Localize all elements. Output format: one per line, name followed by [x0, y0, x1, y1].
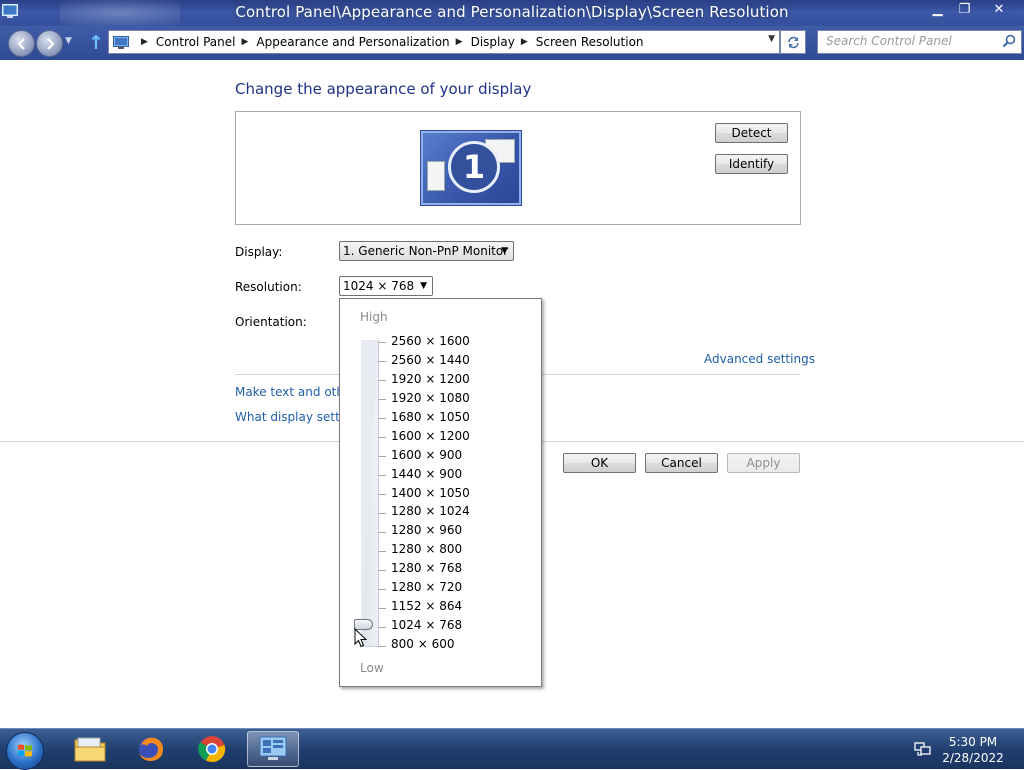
resolution-option[interactable]: 1920 × 1200	[391, 372, 470, 386]
address-bar[interactable]: ▶ Control Panel ▶ Appearance and Personal…	[108, 30, 780, 54]
resolution-option[interactable]: 1280 × 960	[391, 523, 462, 537]
detect-button[interactable]: Detect	[715, 123, 788, 143]
taskbar: 5:30 PM 2/28/2022	[0, 728, 1024, 770]
breadcrumb-screen-resolution[interactable]: Screen Resolution	[536, 35, 644, 49]
resolution-option[interactable]: 2560 × 1440	[391, 353, 470, 367]
taskbar-clock[interactable]: 5:30 PM 2/28/2022	[940, 734, 1006, 766]
firefox-icon	[139, 737, 163, 761]
clock-time: 5:30 PM	[948, 735, 998, 749]
back-arrow-icon	[16, 37, 25, 50]
control-panel-icon	[259, 736, 287, 760]
advanced-settings-link[interactable]: Advanced settings	[704, 352, 815, 366]
up-level-arrow-icon[interactable]: ↑	[88, 32, 104, 54]
breadcrumb-root[interactable]: ▶	[135, 37, 156, 47]
chrome-icon	[198, 736, 226, 763]
title-bar: Control Panel\Appearance and Personaliza…	[0, 0, 1024, 26]
back-button[interactable]	[8, 30, 35, 57]
breadcrumb-separator-icon: ▶	[520, 37, 528, 47]
breadcrumb-separator-icon: ▶	[455, 37, 463, 47]
resolution-option[interactable]: 1920 × 1080	[391, 391, 470, 405]
resolution-option[interactable]: 1152 × 864	[391, 599, 462, 613]
minimize-button[interactable]: ▁	[924, 0, 951, 19]
recent-pages-chevron-icon[interactable]: ▼	[65, 36, 72, 46]
taskbar-firefox[interactable]	[125, 731, 177, 767]
resolution-option[interactable]: 800 × 600	[391, 637, 455, 651]
resolution-label: Resolution:	[235, 280, 302, 294]
resolution-option[interactable]: 1280 × 720	[391, 580, 462, 594]
resolution-option[interactable]: 1600 × 1200	[391, 429, 470, 443]
forward-button[interactable]	[36, 30, 63, 57]
start-button[interactable]	[6, 732, 44, 770]
resolution-option[interactable]: 1680 × 1050	[391, 410, 470, 424]
resolution-option[interactable]: 1280 × 768	[391, 561, 462, 575]
address-history-chevron-icon[interactable]: ▼	[768, 34, 775, 44]
taskbar-explorer[interactable]	[64, 731, 116, 767]
breadcrumb-separator-icon: ▶	[241, 37, 249, 47]
mouse-cursor-icon	[354, 628, 367, 648]
refresh-icon	[787, 36, 799, 48]
navigation-bar: ▼ ↑ ▶ Control Panel ▶ Appearance and Pers…	[0, 26, 1024, 60]
resolution-select-value: 1024 × 768	[343, 279, 415, 293]
control-panel-icon	[113, 35, 129, 49]
apply-button[interactable]: Apply	[727, 453, 800, 473]
monitor-number-badge: 1	[448, 141, 500, 193]
refresh-button[interactable]	[780, 30, 806, 54]
windows-logo-icon	[18, 744, 32, 757]
page-title: Change the appearance of your display	[235, 80, 532, 98]
forward-arrow-icon	[46, 37, 55, 50]
search-box	[817, 30, 1022, 54]
cancel-button[interactable]: Cancel	[645, 453, 718, 473]
resolution-option[interactable]: 2560 × 1600	[391, 334, 470, 348]
breadcrumb-separator-icon: ▶	[141, 37, 148, 47]
resolution-option-selected[interactable]: 1024 × 768	[391, 618, 462, 632]
search-icon[interactable]	[1002, 34, 1016, 48]
high-label: High	[360, 310, 388, 324]
identify-button[interactable]: Identify	[715, 154, 788, 174]
search-input[interactable]	[818, 31, 1002, 51]
ok-button[interactable]: OK	[563, 453, 636, 473]
orientation-label: Orientation:	[235, 315, 307, 329]
clock-date: 2/28/2022	[942, 751, 1004, 765]
resolution-option[interactable]: 1400 × 1050	[391, 486, 470, 500]
window-title: Control Panel\Appearance and Personaliza…	[235, 3, 789, 21]
low-label: Low	[360, 661, 384, 675]
resolution-option[interactable]: 1280 × 800	[391, 542, 462, 556]
resolution-option[interactable]: 1440 × 900	[391, 467, 462, 481]
chevron-down-icon: ▼	[501, 246, 508, 256]
resolution-select[interactable]: 1024 × 768 ▼	[339, 276, 433, 296]
monitor-preview-panel: 1 Detect Identify	[235, 111, 801, 225]
breadcrumb-appearance[interactable]: Appearance and Personalization ▶	[256, 35, 470, 49]
folder-icon	[74, 737, 106, 762]
resolution-dropdown: High 2560 × 1600 2560 × 1440 1920 × 1200…	[339, 298, 542, 687]
breadcrumb-control-panel[interactable]: Control Panel ▶	[156, 35, 257, 49]
resolution-option[interactable]: 1600 × 900	[391, 448, 462, 462]
display-select[interactable]: 1. Generic Non-PnP Monitor ▼	[339, 241, 514, 261]
resolution-option[interactable]: 1280 × 1024	[391, 504, 470, 518]
breadcrumb-display[interactable]: Display ▶	[471, 35, 536, 49]
restore-button[interactable]: ❐	[951, 0, 978, 19]
taskbar-control-panel[interactable]	[247, 731, 299, 767]
chevron-down-icon: ▼	[420, 281, 427, 291]
close-button[interactable]: ✕	[978, 0, 1020, 19]
display-label: Display:	[235, 245, 283, 259]
taskbar-chrome[interactable]	[186, 731, 238, 767]
display-select-value: 1. Generic Non-PnP Monitor	[343, 244, 509, 258]
monitor-1-thumbnail[interactable]: 1	[420, 130, 522, 206]
network-icon[interactable]	[914, 741, 932, 757]
